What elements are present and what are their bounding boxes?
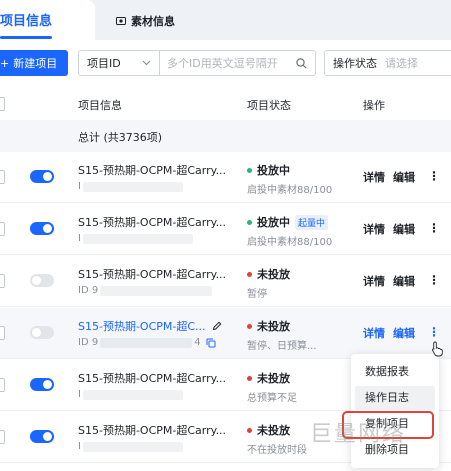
status-detail: 暂停: [247, 289, 267, 300]
table-row[interactable]: S15-预热期-OCPM-超C... ID 9 4 未投放 暂停、日预算... …: [0, 308, 451, 359]
more-icon[interactable]: ⋮: [428, 169, 440, 183]
new-project-button[interactable]: + 新建项目: [0, 50, 68, 76]
masked-id: [82, 441, 183, 452]
project-name[interactable]: S15-预热期-OCPM-超Carry...: [78, 214, 226, 230]
search-icon[interactable]: [296, 57, 307, 69]
tab-active-indicator: [0, 36, 52, 39]
table-row[interactable]: S15-预热期-OCPM-超Carry... ID 9 未投放 暂停 详情 编辑…: [0, 256, 451, 307]
table-header: 项目信息 项目状态 操作: [0, 88, 451, 120]
more-icon[interactable]: ⋮: [428, 325, 440, 339]
row-toggle[interactable]: [30, 378, 54, 391]
menu-item-operation-log[interactable]: 操作日志: [355, 386, 435, 410]
row-toggle[interactable]: [30, 170, 54, 183]
tab-project-info[interactable]: 项目信息: [0, 0, 95, 40]
project-id: ID 9: [78, 285, 213, 296]
project-name[interactable]: S15-预热期-OCPM-超Carry...: [78, 370, 226, 386]
material-icon: [116, 17, 126, 25]
status-dot: [247, 323, 252, 329]
masked-id: [82, 233, 193, 244]
project-name[interactable]: S15-预热期-OCPM-超C...: [78, 318, 222, 334]
status-label: 投放中: [247, 162, 290, 178]
tab-material-info[interactable]: 素材信息: [116, 13, 175, 29]
edit-link[interactable]: 编辑: [393, 273, 415, 289]
status-dot: [247, 427, 252, 433]
id-search-placeholder: 多个ID用英文逗号隔开: [167, 57, 278, 70]
status-label: 未投放: [247, 370, 290, 386]
detail-link[interactable]: 详情: [363, 273, 385, 289]
table-row[interactable]: S15-预热期-OCPM-超Carry... I 投放中 启投中素材88/100…: [0, 152, 451, 203]
status-detail: 不在投放时段: [247, 445, 307, 456]
row-checkbox[interactable]: [0, 326, 5, 340]
masked-id: [100, 337, 193, 348]
status-filter-select[interactable]: 操作状态 请选择: [324, 50, 451, 76]
id-type-select[interactable]: 项目ID: [78, 50, 160, 76]
status-filter-placeholder: 请选择: [385, 57, 418, 70]
copy-icon[interactable]: [206, 338, 216, 348]
status-label: 未投放: [247, 422, 290, 438]
tab-bar: 项目信息 素材信息: [0, 0, 451, 40]
table-row[interactable]: S15-预热期-OCPM-超Carry... I 投放中 起量中 启投中素材88/…: [0, 204, 451, 255]
project-id: I: [78, 389, 183, 400]
status-filter-label: 操作状态: [333, 57, 377, 70]
project-name[interactable]: S15-预热期-OCPM-超Carry...: [78, 162, 226, 178]
id-search-input[interactable]: 多个ID用英文逗号隔开: [159, 50, 316, 76]
row-checkbox[interactable]: [0, 222, 5, 236]
status-dot: [247, 167, 252, 173]
tab-project-info-label: 项目信息: [0, 14, 53, 29]
row-checkbox[interactable]: [0, 274, 5, 288]
edit-link[interactable]: 编辑: [393, 325, 415, 341]
project-name[interactable]: S15-预热期-OCPM-超Carry...: [78, 266, 226, 282]
edit-pencil-icon[interactable]: [212, 321, 222, 331]
header-project-info: 项目信息: [78, 99, 122, 112]
status-detail: 总预算不足: [247, 393, 297, 404]
row-toggle[interactable]: [30, 430, 54, 443]
status-label: 未投放: [247, 318, 290, 334]
status-dot: [247, 271, 252, 277]
detail-link[interactable]: 详情: [363, 221, 385, 237]
edit-link[interactable]: 编辑: [393, 221, 415, 237]
masked-id: [82, 181, 183, 192]
status-label: 未投放: [247, 266, 290, 282]
project-name[interactable]: S15-预热期-OCPM-超Carry...: [78, 422, 226, 438]
row-checkbox[interactable]: [0, 430, 5, 444]
status-detail: 启投中素材88/100: [247, 237, 333, 248]
header-project-status: 项目状态: [247, 99, 291, 112]
status-dot: [247, 375, 252, 381]
project-id: I: [78, 441, 183, 452]
more-icon[interactable]: ⋮: [428, 221, 440, 235]
new-project-label: 新建项目: [13, 57, 58, 70]
status-detail: 启投中素材88/100: [247, 185, 333, 196]
id-type-value: 项目ID: [87, 57, 121, 70]
status-label: 投放中 起量中: [247, 214, 329, 230]
row-checkbox[interactable]: [0, 170, 5, 184]
menu-item-data-report[interactable]: 数据报表: [355, 360, 435, 384]
row-toggle[interactable]: [30, 326, 54, 339]
select-all-checkbox[interactable]: [0, 97, 5, 111]
status-dot: [247, 219, 252, 225]
toolbar: + 新建项目 项目ID 多个ID用英文逗号隔开 操作状态 请选择: [0, 50, 451, 76]
tab-material-info-label: 素材信息: [131, 15, 175, 28]
masked-id: [82, 389, 183, 400]
detail-link[interactable]: 详情: [363, 169, 385, 185]
hand-cursor-icon: [432, 341, 443, 357]
masked-id: [100, 285, 213, 296]
project-id: ID 9 4: [78, 337, 216, 348]
edit-link[interactable]: 编辑: [393, 169, 415, 185]
total-row: 总计 (共3736项): [0, 120, 451, 152]
ramping-badge: 起量中: [295, 214, 329, 230]
row-toggle[interactable]: [30, 222, 54, 235]
header-actions: 操作: [363, 99, 385, 112]
project-id: I: [78, 233, 193, 244]
row-toggle[interactable]: [30, 274, 54, 287]
total-count: 总计 (共3736项): [78, 131, 163, 144]
more-icon[interactable]: ⋮: [428, 273, 440, 287]
row-checkbox[interactable]: [0, 378, 5, 392]
project-id: I: [78, 181, 183, 192]
watermark: 巨量网络: [310, 422, 407, 447]
status-detail: 暂停、日预算...: [247, 341, 317, 352]
detail-link[interactable]: 详情: [363, 325, 385, 341]
chevron-down-icon: [142, 60, 151, 66]
plus-icon: +: [0, 56, 10, 70]
